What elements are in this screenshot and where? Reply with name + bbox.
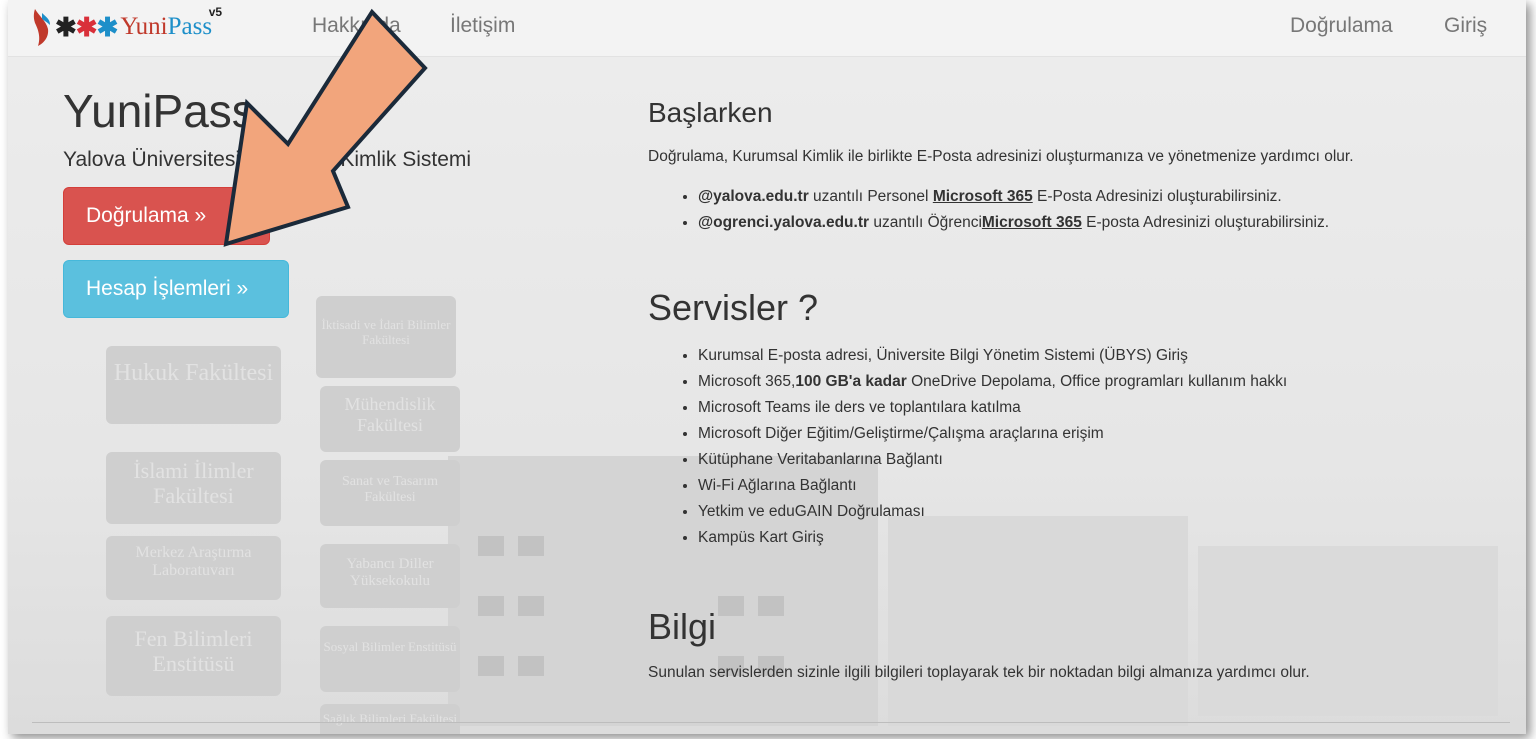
- list-item: Microsoft Teams ile ders ve toplantılara…: [698, 395, 1287, 421]
- nav-link-about[interactable]: Hakkında: [312, 14, 401, 38]
- brand-star-black: ✱: [55, 11, 77, 42]
- background-window: [718, 596, 744, 616]
- item-text: Microsoft 365,: [698, 373, 796, 390]
- list-item: Yetkim ve eduGAIN Doğrulaması: [698, 499, 1287, 525]
- background-sign: İktisadi ve İdari Bilimler Fakültesi: [316, 296, 456, 378]
- leaf-logo-icon: [33, 9, 50, 46]
- page-subtitle: Yalova Üniversitesi Kurumsal Kimlik Sist…: [63, 148, 472, 171]
- background-sign: Yabancı Diller Yüksekokulu: [320, 544, 460, 608]
- background-window: [518, 536, 544, 556]
- list-item: @yalova.edu.tr uzantılı Personel Microso…: [698, 184, 1329, 210]
- start-list: @yalova.edu.tr uzantılı Personel Microso…: [680, 184, 1329, 236]
- email-domain: @yalova.edu.tr: [698, 188, 809, 205]
- nav-link-login[interactable]: Giriş: [1444, 14, 1487, 38]
- section-heading-start: Başlarken: [648, 97, 773, 128]
- brand-star-blue: ✱: [96, 11, 119, 42]
- brand-logo[interactable]: ✱✱✱ YuniPass v5: [32, 3, 222, 51]
- item-bold-text: 100 GB'a kadar: [795, 373, 907, 390]
- item-text: E-Posta Adresinizi oluşturabilirsiniz.: [1032, 188, 1282, 205]
- background-sign: Sağlık Bilimleri Fakültesi: [320, 704, 460, 734]
- page-title: YuniPass: [63, 85, 255, 137]
- microsoft365-link[interactable]: Microsoft 365: [982, 214, 1082, 231]
- navbar: ✱✱✱ YuniPass v5 Hakkında İletişim Doğrul…: [8, 0, 1526, 57]
- list-item: Microsoft 365,100 GB'a kadar OneDrive De…: [698, 369, 1287, 395]
- item-text: uzantılı Personel: [808, 188, 933, 205]
- list-item: Kurumsal E-posta adresi, Üniversite Bilg…: [698, 343, 1287, 369]
- brand-stars: ✱✱✱: [55, 11, 119, 43]
- background-sign: Fen Bilimleri Enstitüsü: [106, 616, 281, 696]
- item-text: E-posta Adresinizi oluşturabilirsiniz.: [1081, 214, 1330, 231]
- browser-frame: Hukuk Fakültesi İslami İlimler Fakültesi…: [8, 0, 1526, 734]
- list-item: @ogrenci.yalova.edu.tr uzantılı ÖğrenciM…: [698, 210, 1329, 236]
- background-sign: Sosyal Bilimler Enstitüsü: [320, 626, 460, 692]
- background-window: [758, 596, 784, 616]
- verify-button[interactable]: Doğrulama »: [63, 187, 270, 245]
- background-window: [478, 536, 504, 556]
- background-building: [1198, 546, 1498, 716]
- item-text: uzantılı Öğrenci: [869, 214, 982, 231]
- version-badge: v5: [208, 5, 223, 19]
- background-sign: İslami İlimler Fakültesi: [106, 452, 281, 524]
- background-sign: Merkez Araştırma Laboratuvarı: [106, 536, 281, 600]
- list-item: Kampüs Kart Giriş: [698, 525, 1287, 551]
- background-sign: Sanat ve Tasarım Fakültesi: [320, 460, 460, 526]
- list-item: Kütüphane Veritabanlarına Bağlantı: [698, 447, 1287, 473]
- email-domain: @ogrenci.yalova.edu.tr: [698, 214, 870, 231]
- list-item: Microsoft Diğer Eğitim/Geliştirme/Çalışm…: [698, 421, 1287, 447]
- services-list: Kurumsal E-posta adresi, Üniversite Bilg…: [680, 343, 1287, 551]
- account-operations-button[interactable]: Hesap İşlemleri »: [63, 260, 289, 318]
- info-text: Sunulan servislerden sizinle ilgili bilg…: [648, 664, 1310, 681]
- background-window: [478, 656, 504, 676]
- brand-star-red: ✱: [75, 11, 98, 42]
- background-window: [478, 596, 504, 616]
- brand-name-part2: Pass: [167, 13, 213, 40]
- brand-name-part1: Yuni: [120, 13, 168, 40]
- microsoft365-link[interactable]: Microsoft 365: [933, 188, 1033, 205]
- brand-name: YuniPass: [120, 13, 212, 41]
- footer-divider: [32, 722, 1510, 723]
- background-window: [518, 596, 544, 616]
- item-text: OneDrive Depolama, Office programları ku…: [906, 373, 1288, 390]
- nav-link-verify[interactable]: Doğrulama: [1290, 14, 1393, 38]
- section-heading-services: Servisler ?: [648, 287, 819, 328]
- start-intro: Doğrulama, Kurumsal Kimlik ile birlikte …: [648, 148, 1354, 165]
- list-item: Wi-Fi Ağlarına Bağlantı: [698, 473, 1287, 499]
- background-sign: Hukuk Fakültesi: [106, 352, 281, 424]
- section-heading-info: Bilgi: [648, 606, 717, 647]
- background-sign: Mühendislik Fakültesi: [320, 386, 460, 452]
- nav-link-contact[interactable]: İletişim: [450, 14, 515, 38]
- background-window: [518, 656, 544, 676]
